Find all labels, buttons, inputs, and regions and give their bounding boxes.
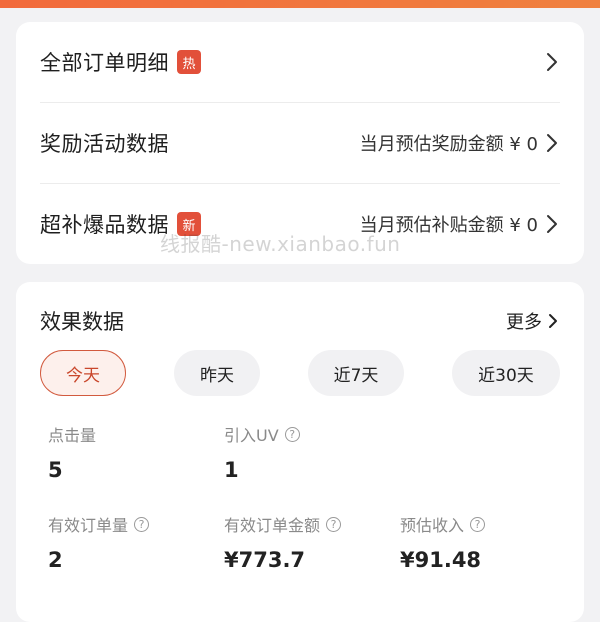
hot-badge: 热 — [177, 50, 201, 74]
menu-row-title: 奖励活动数据 — [40, 132, 169, 156]
metric-label: 有效订单量 — [48, 516, 129, 535]
metric-value: 1 — [224, 458, 239, 482]
menu-row-title: 超补爆品数据 — [40, 213, 169, 237]
monthly-reward-estimate: 当月预估奖励金额 ¥ 0 — [359, 134, 538, 155]
chevron-right-icon — [544, 132, 560, 154]
metric-value: ¥773.7 — [224, 548, 306, 572]
metric-valid-orders: 有效订单量 ? 2 — [48, 512, 150, 572]
metric-value: 2 — [48, 548, 63, 572]
chevron-right-icon — [544, 51, 560, 73]
metric-label: 有效订单金额 — [224, 516, 321, 535]
menu-row-all-orders[interactable]: 全部订单明细 热 — [40, 22, 560, 102]
metric-uv: 引入UV ? 1 — [224, 422, 300, 482]
metric-estimated-income: 预估收入 ? ¥91.48 — [400, 512, 486, 572]
more-link[interactable]: 更多 — [506, 308, 560, 334]
new-badge: 新 — [177, 212, 201, 236]
menu-row-title: 全部订单明细 — [40, 51, 169, 75]
date-filter-group: 今天 昨天 近7天 近30天 — [40, 350, 560, 396]
metric-value: 5 — [48, 458, 63, 482]
chevron-right-icon — [546, 310, 560, 332]
effect-data-card: 效果数据 更多 今天 昨天 近7天 近30天 点击量 5 引入UV ? 1 有效… — [16, 282, 584, 622]
menu-row-reward-activity[interactable]: 奖励活动数据 当月预估奖励金额 ¥ 0 — [40, 103, 560, 183]
question-circle-icon[interactable]: ? — [326, 516, 342, 532]
chevron-right-icon — [544, 213, 560, 235]
metric-label: 预估收入 — [400, 516, 465, 535]
filter-last-30-days[interactable]: 近30天 — [452, 350, 560, 396]
top-header-band — [0, 0, 600, 8]
menu-row-subsidy-products[interactable]: 超补爆品数据 新 当月预估补贴金额 ¥ 0 — [40, 184, 560, 264]
menu-card: 全部订单明细 热 奖励活动数据 当月预估奖励金额 ¥ 0 超补爆品数据 新 当月… — [16, 22, 584, 264]
metric-label: 引入UV — [224, 426, 279, 445]
metric-label: 点击量 — [48, 426, 97, 445]
filter-today[interactable]: 今天 — [40, 350, 126, 396]
filter-yesterday[interactable]: 昨天 — [174, 350, 260, 396]
metric-value: ¥91.48 — [400, 548, 482, 572]
section-title: 效果数据 — [40, 310, 124, 334]
metric-clicks: 点击量 5 — [48, 422, 96, 482]
question-circle-icon[interactable]: ? — [470, 516, 486, 532]
monthly-subsidy-estimate: 当月预估补贴金额 ¥ 0 — [359, 215, 538, 236]
metric-valid-order-amount: 有效订单金额 ? ¥773.7 — [224, 512, 342, 572]
filter-last-7-days[interactable]: 近7天 — [308, 350, 404, 396]
more-label: 更多 — [506, 312, 542, 333]
question-circle-icon[interactable]: ? — [284, 426, 300, 442]
question-circle-icon[interactable]: ? — [134, 516, 150, 532]
